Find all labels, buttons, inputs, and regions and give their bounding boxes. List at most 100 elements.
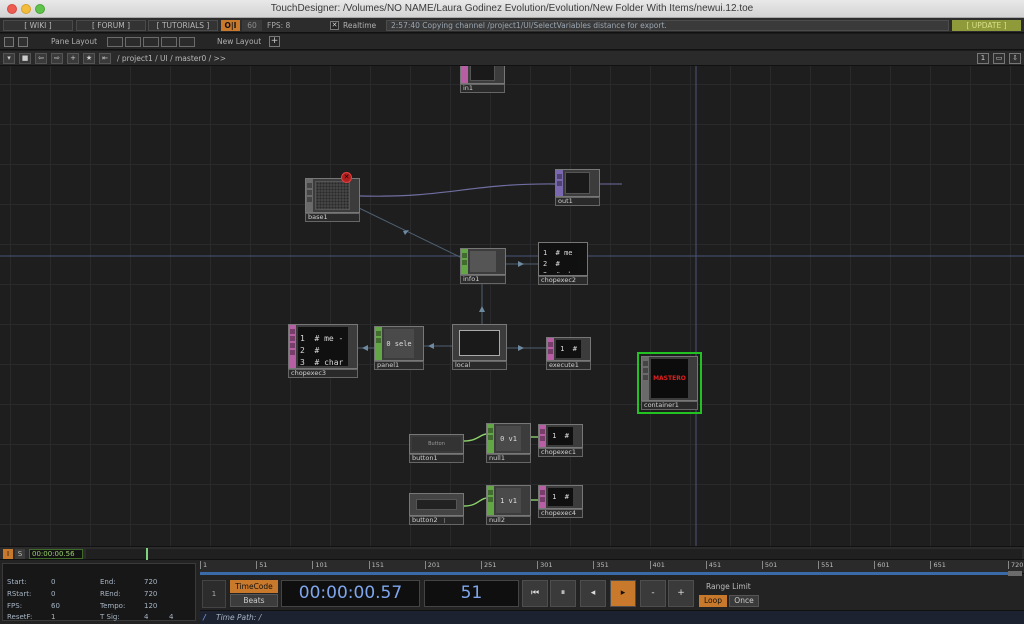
resetf-value[interactable]: 1: [51, 613, 55, 621]
node-container1[interactable]: MASTERO container1: [641, 356, 698, 410]
fps-value[interactable]: 60: [51, 602, 60, 610]
layout-four-pane-icon[interactable]: [179, 37, 195, 47]
step-back-frame-button[interactable]: -: [640, 580, 666, 607]
node-script-preview: 1 # me - 2 # 3 # char: [298, 327, 348, 366]
timecode-button[interactable]: TimeCode: [230, 580, 278, 593]
node-chopexec3[interactable]: 1 # me - 2 # 3 # char chopexec3: [288, 324, 358, 378]
timeline-strip: I S 00:00:00.56: [0, 546, 1024, 560]
node-info1[interactable]: info1: [460, 248, 506, 284]
timeline-current-time: 00:00:00.56: [29, 549, 83, 559]
node-script-preview: 1 # me 2 # 3 # char: [541, 245, 578, 273]
node-chopexec1[interactable]: 1 # chopexec1: [538, 424, 583, 457]
transport-index[interactable]: 1: [202, 580, 226, 608]
pane-anchor-icon[interactable]: [18, 37, 28, 47]
realtime-checkbox[interactable]: ✕: [330, 21, 339, 30]
pane-number-button[interactable]: 1: [977, 53, 989, 64]
fps-label: FPS:: [7, 602, 23, 610]
stop-icon[interactable]: ■: [19, 53, 31, 64]
forward-icon[interactable]: ⇨: [51, 53, 63, 64]
tsig-denominator[interactable]: 4: [169, 613, 173, 621]
layout-split-horizontal-icon[interactable]: [143, 37, 159, 47]
end-value[interactable]: 720: [144, 578, 157, 586]
window-title: TouchDesigner: /Volumes/NO NAME/Laura Go…: [270, 3, 754, 14]
time-path-root: /: [203, 613, 206, 622]
layout-single-icon[interactable]: [107, 37, 123, 47]
node-preview: 0 sele: [384, 329, 414, 358]
node-label: chopexec3: [288, 369, 358, 378]
timecode-display[interactable]: 00:00:00.57: [281, 580, 420, 607]
timeline-settings: Start: 0 End: 720 RStart: 0 REnd: 720 FP…: [2, 563, 196, 621]
add-layout-button[interactable]: +: [269, 36, 280, 47]
range-end-handle[interactable]: [1008, 571, 1022, 576]
rend-value[interactable]: 720: [144, 590, 157, 598]
play-backward-button[interactable]: ◂: [580, 580, 606, 607]
timeline-track[interactable]: [86, 549, 1022, 559]
network-editor[interactable]: in1 base1 ✕ out1 info1 1 # me 2 # 3 # ch…: [0, 66, 1024, 546]
network-path-bar: ▾ ■ ⇦ ⇨ + ★ ⇤ / project1 / UI / master0 …: [0, 51, 1024, 66]
update-button[interactable]: [ UPDATE ]: [952, 20, 1021, 31]
node-null2[interactable]: 1 v1 null2: [486, 485, 531, 525]
rewind-to-start-button[interactable]: ⏮: [522, 580, 548, 607]
node-label: info1: [460, 275, 506, 284]
perform-mode-button[interactable]: O|I: [221, 20, 240, 31]
tempo-value[interactable]: 120: [144, 602, 157, 610]
timeline-i-button[interactable]: I: [3, 549, 13, 559]
node-panel1[interactable]: 0 sele panel1: [374, 326, 424, 370]
tsig-numerator[interactable]: 4: [144, 613, 148, 621]
node-local[interactable]: local: [452, 324, 507, 370]
node-button1[interactable]: Button button1: [409, 434, 464, 463]
add-icon[interactable]: +: [67, 53, 79, 64]
menu-dropdown-icon[interactable]: ▾: [3, 53, 15, 64]
resetf-label: ResetF:: [7, 613, 33, 621]
error-icon[interactable]: ✕: [341, 172, 352, 183]
expand-pane-icon[interactable]: ▭: [993, 53, 1005, 64]
start-label: Start:: [7, 578, 27, 586]
node-preview: 0 v1: [496, 426, 521, 451]
layout-split-vertical-icon[interactable]: [125, 37, 141, 47]
node-out1[interactable]: out1: [555, 169, 600, 206]
wiki-button[interactable]: [ WIKI ]: [3, 20, 73, 31]
forum-button[interactable]: [ FORUM ]: [76, 20, 146, 31]
rend-label: REnd:: [100, 590, 121, 598]
timeline-s-button[interactable]: S: [15, 549, 25, 559]
once-button[interactable]: Once: [729, 595, 759, 607]
node-label: button1: [409, 454, 464, 463]
pane-layout-label: Pane Layout: [51, 37, 98, 46]
fps-cap-button[interactable]: 60: [242, 20, 262, 31]
step-forward-frame-button[interactable]: +: [668, 580, 694, 607]
back-icon[interactable]: ⇦: [35, 53, 47, 64]
ruler-tick: 501: [761, 561, 777, 569]
node-null1[interactable]: 0 v1 null1: [486, 423, 531, 463]
pause-button[interactable]: ⏸: [550, 580, 576, 607]
parent-network-icon[interactable]: ⇤: [99, 53, 111, 64]
node-base1[interactable]: base1: [305, 178, 360, 222]
top-menu-bar: [ WIKI ] [ FORUM ] [ TUTORIALS ] O|I 60 …: [0, 18, 1024, 33]
layout-three-pane-icon[interactable]: [161, 37, 177, 47]
node-chopexec4[interactable]: 1 # chopexec4: [538, 485, 583, 518]
bookmark-star-icon[interactable]: ★: [83, 53, 95, 64]
node-label: chopexec1: [538, 448, 583, 457]
node-label: null1: [486, 454, 531, 463]
network-path[interactable]: / project1 / UI / master0 / >>: [117, 53, 226, 64]
node-execute1[interactable]: 1 # execute1: [546, 337, 591, 370]
time-path-bar[interactable]: / Time Path: /: [200, 610, 1024, 624]
node-chopexec2[interactable]: 1 # me 2 # 3 # char chopexec2: [538, 242, 588, 285]
ruler-tick: 601: [874, 561, 890, 569]
node-in1[interactable]: in1: [460, 66, 505, 93]
node-label: out1: [555, 197, 600, 206]
node-label: in1: [460, 84, 505, 93]
rstart-value[interactable]: 0: [51, 590, 55, 598]
range-limit-label: Range Limit: [706, 582, 751, 591]
tutorials-button[interactable]: [ TUTORIALS ]: [148, 20, 218, 31]
ruler-tick: 101: [312, 561, 328, 569]
play-forward-button[interactable]: ▸: [610, 580, 636, 607]
loop-button[interactable]: Loop: [699, 595, 727, 607]
beats-button[interactable]: Beats: [230, 594, 278, 607]
range-bar[interactable]: [200, 572, 1008, 575]
pane-type-icon[interactable]: [4, 37, 14, 47]
frame-display[interactable]: 51: [424, 580, 519, 607]
start-value[interactable]: 0: [51, 578, 55, 586]
timeline-cursor[interactable]: [146, 548, 148, 560]
node-button2[interactable]: button2: [409, 493, 464, 525]
split-pane-icon[interactable]: ⇩: [1009, 53, 1021, 64]
